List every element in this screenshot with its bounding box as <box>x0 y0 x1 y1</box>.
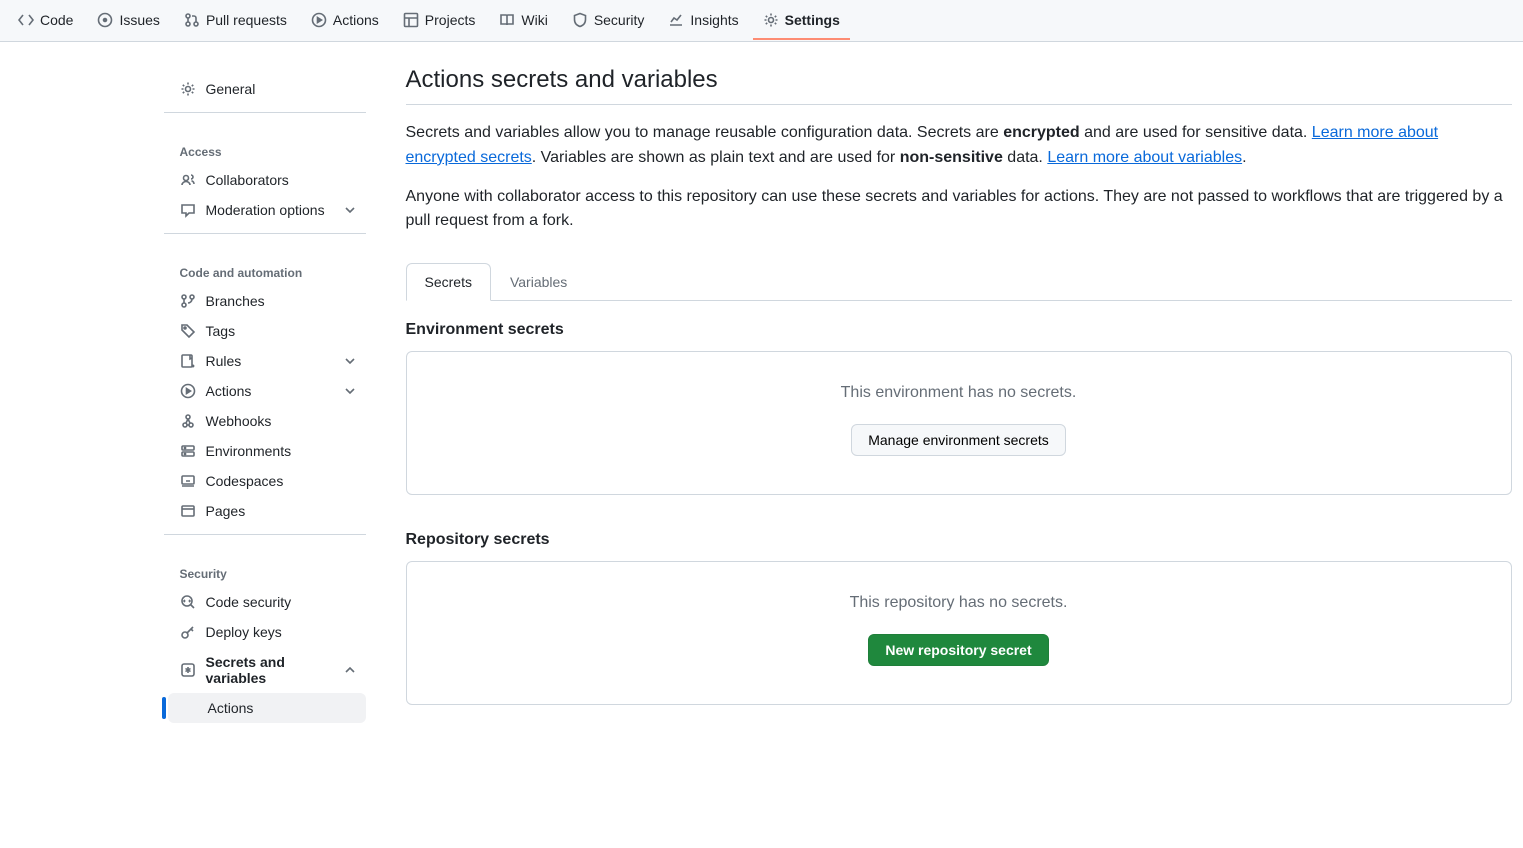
sidebar-item-label: Actions <box>208 700 254 716</box>
sidebar-item-environments[interactable]: Environments <box>164 436 366 466</box>
sidebar-item-label: Secrets and variables <box>206 654 332 686</box>
sidebar-item-label: Codespaces <box>206 473 284 489</box>
sidebar-item-general[interactable]: General <box>164 74 366 104</box>
play-icon <box>180 383 196 399</box>
chevron-up-icon <box>342 662 358 678</box>
code-icon <box>18 12 34 28</box>
repository-secrets-panel: This repository has no secrets. New repo… <box>406 561 1512 705</box>
tab-issues[interactable]: Issues <box>87 2 169 40</box>
sidebar-item-deploy-keys[interactable]: Deploy keys <box>164 617 366 647</box>
description-2: Anyone with collaborator access to this … <box>406 185 1512 235</box>
env-empty-text: This environment has no secrets. <box>423 384 1495 402</box>
tab-actions[interactable]: Actions <box>301 2 389 40</box>
server-icon <box>180 443 196 459</box>
tab-projects[interactable]: Projects <box>393 2 486 40</box>
project-icon <box>403 12 419 28</box>
chevron-down-icon <box>342 202 358 218</box>
sidebar-item-pages[interactable]: Pages <box>164 496 366 526</box>
link-variables[interactable]: Learn more about variables <box>1047 149 1242 166</box>
tab-label: Insights <box>690 12 738 28</box>
environment-secrets-panel: This environment has no secrets. Manage … <box>406 351 1512 495</box>
sidebar-item-webhooks[interactable]: Webhooks <box>164 406 366 436</box>
sidebar-item-label: Moderation options <box>206 202 325 218</box>
sidebar-subitem-actions[interactable]: Actions <box>168 693 366 723</box>
codespaces-icon <box>180 473 196 489</box>
branch-icon <box>180 293 196 309</box>
tab-settings[interactable]: Settings <box>753 2 850 40</box>
sidebar-item-label: General <box>206 81 256 97</box>
heading-repository-secrets: Repository secrets <box>406 531 1512 549</box>
tab-pull-requests[interactable]: Pull requests <box>174 2 297 40</box>
sidebar-item-label: Webhooks <box>206 413 272 429</box>
sidebar-item-label: Code security <box>206 594 292 610</box>
secrets-variables-tabs: Secrets Variables <box>406 262 1512 301</box>
sidebar-item-label: Rules <box>206 353 242 369</box>
repo-top-nav: Code Issues Pull requests Actions Projec… <box>0 0 1523 42</box>
tab-label: Code <box>40 12 73 28</box>
sidebar-item-moderation[interactable]: Moderation options <box>164 195 366 225</box>
tab-security[interactable]: Security <box>562 2 655 40</box>
tab-label: Wiki <box>521 12 547 28</box>
sidebar-item-actions[interactable]: Actions <box>164 376 366 406</box>
gear-icon <box>763 12 779 28</box>
browser-icon <box>180 503 196 519</box>
sidebar-item-codespaces[interactable]: Codespaces <box>164 466 366 496</box>
sidebar-item-label: Pages <box>206 503 246 519</box>
tab-variables[interactable]: Variables <box>491 263 586 301</box>
sidebar-item-code-security[interactable]: Code security <box>164 587 366 617</box>
book-icon <box>499 12 515 28</box>
repo-empty-text: This repository has no secrets. <box>423 594 1495 612</box>
sidebar-item-tags[interactable]: Tags <box>164 316 366 346</box>
pr-icon <box>184 12 200 28</box>
codescan-icon <box>180 594 196 610</box>
tab-label: Security <box>594 12 645 28</box>
sidebar-item-label: Collaborators <box>206 172 289 188</box>
sidebar-item-label: Environments <box>206 443 292 459</box>
heading-environment-secrets: Environment secrets <box>406 321 1512 339</box>
webhook-icon <box>180 413 196 429</box>
sidebar-item-rules[interactable]: Rules <box>164 346 366 376</box>
sidebar-heading-access: Access <box>164 129 366 165</box>
settings-sidebar: General Access Collaborators Moderation … <box>12 66 382 741</box>
sidebar-heading-security: Security <box>164 551 366 587</box>
sidebar-heading-code: Code and automation <box>164 250 366 286</box>
sidebar-item-label: Deploy keys <box>206 624 282 640</box>
comment-icon <box>180 202 196 218</box>
tab-label: Issues <box>119 12 159 28</box>
tab-secrets[interactable]: Secrets <box>406 263 491 301</box>
key-icon <box>180 624 196 640</box>
new-repository-secret-button[interactable]: New repository secret <box>868 634 1048 666</box>
tab-insights[interactable]: Insights <box>658 2 748 40</box>
tag-icon <box>180 323 196 339</box>
tab-code[interactable]: Code <box>8 2 83 40</box>
main-content: Actions secrets and variables Secrets an… <box>382 66 1512 741</box>
chevron-down-icon <box>342 353 358 369</box>
gear-icon <box>180 81 196 97</box>
sidebar-item-secrets-variables[interactable]: Secrets and variables <box>164 647 366 693</box>
tab-label: Projects <box>425 12 476 28</box>
chevron-down-icon <box>342 383 358 399</box>
page-title: Actions secrets and variables <box>406 66 1512 105</box>
play-icon <box>311 12 327 28</box>
sidebar-item-label: Tags <box>206 323 236 339</box>
people-icon <box>180 172 196 188</box>
description-1: Secrets and variables allow you to manag… <box>406 121 1512 171</box>
graph-icon <box>668 12 684 28</box>
asterisk-icon <box>180 662 196 678</box>
rules-icon <box>180 353 196 369</box>
issue-icon <box>97 12 113 28</box>
tab-label: Actions <box>333 12 379 28</box>
manage-environment-secrets-button[interactable]: Manage environment secrets <box>851 424 1066 456</box>
sidebar-item-label: Branches <box>206 293 265 309</box>
sidebar-item-label: Actions <box>206 383 252 399</box>
sidebar-item-branches[interactable]: Branches <box>164 286 366 316</box>
shield-icon <box>572 12 588 28</box>
tab-label: Settings <box>785 12 840 28</box>
tab-wiki[interactable]: Wiki <box>489 2 557 40</box>
tab-label: Pull requests <box>206 12 287 28</box>
sidebar-item-collaborators[interactable]: Collaborators <box>164 165 366 195</box>
